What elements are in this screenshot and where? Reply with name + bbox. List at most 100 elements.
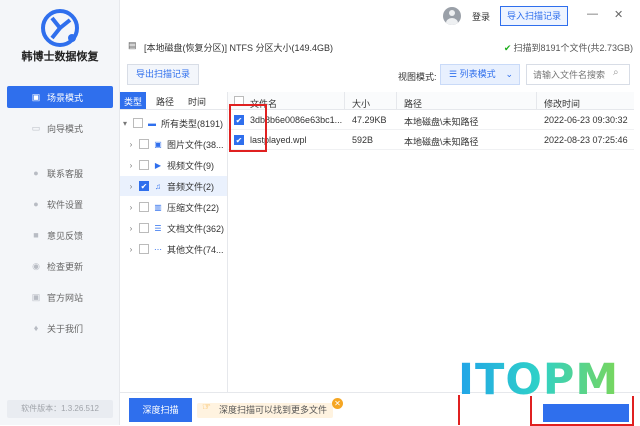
chevron-right-icon[interactable]: › bbox=[126, 182, 136, 191]
checkbox[interactable]: ✔ bbox=[139, 181, 149, 191]
checkbox[interactable] bbox=[139, 244, 149, 254]
view-mode-label: 视图模式: bbox=[398, 72, 437, 82]
scene-icon: ▣ bbox=[31, 91, 41, 102]
chevron-right-icon[interactable]: › bbox=[126, 140, 136, 149]
close-icon[interactable]: ✕ bbox=[614, 8, 623, 21]
chevron-right-icon[interactable]: › bbox=[126, 161, 136, 170]
nav-label: 软件设置 bbox=[47, 199, 84, 210]
expand-icon[interactable]: ▾ bbox=[120, 119, 130, 128]
nav-wizard-mode[interactable]: ▭ 向导模式 bbox=[7, 117, 113, 139]
checkbox[interactable] bbox=[139, 223, 149, 233]
file-path: 本地磁盘\未知路径 bbox=[404, 137, 479, 147]
settings-icon: ● bbox=[33, 199, 39, 209]
image-icon: ▣ bbox=[154, 139, 162, 149]
column-size[interactable]: 大小 bbox=[352, 97, 370, 110]
app-name: 韩博士数据恢复 bbox=[21, 51, 99, 63]
chevron-down-icon: ⌄ bbox=[505, 69, 513, 79]
disk-info: [本地磁盘(恢复分区)] NTFS 分区大小(149.4GB) bbox=[144, 43, 334, 53]
nav-label: 检查更新 bbox=[47, 261, 84, 272]
tree-node-label: 图片文件(38... bbox=[167, 139, 224, 150]
tab-path[interactable]: 路径 bbox=[152, 92, 178, 109]
nav-label: 意见反馈 bbox=[47, 230, 84, 241]
tree-node-images[interactable]: › ▣ 图片文件(38... bbox=[120, 134, 227, 154]
tree-node-label: 所有类型(8191) bbox=[161, 118, 224, 129]
import-record-button[interactable]: 导入扫描记录 bbox=[500, 6, 568, 26]
column-divider[interactable] bbox=[536, 92, 537, 110]
archive-icon: ▥ bbox=[154, 202, 162, 212]
chevron-right-icon[interactable]: › bbox=[126, 245, 136, 254]
scan-result-text: 扫描到8191个文件(共2.73GB) bbox=[513, 43, 633, 53]
checkbox[interactable] bbox=[139, 160, 149, 170]
export-record-button[interactable]: 导出扫描记录 bbox=[127, 64, 199, 85]
disk-icon: ▤ bbox=[128, 40, 137, 50]
hand-pointer-icon: ☞ bbox=[202, 402, 211, 413]
service-icon: ● bbox=[33, 168, 39, 178]
checkbox[interactable] bbox=[139, 139, 149, 149]
tree-node-label: 视频文件(9) bbox=[167, 160, 214, 171]
nav-settings[interactable]: ● 软件设置 bbox=[7, 193, 113, 215]
tree-node-label: 其他文件(74... bbox=[167, 244, 224, 255]
tree-node-all[interactable]: ▾ ▬ 所有类型(8191) bbox=[120, 113, 227, 133]
view-mode-select[interactable]: ☰ 列表模式 ⌄ bbox=[440, 64, 520, 85]
tree-node-audio[interactable]: › ✔ ♫ 音频文件(2) bbox=[120, 176, 227, 196]
nav-label: 联系客服 bbox=[47, 168, 84, 179]
checkbox[interactable] bbox=[133, 118, 143, 128]
list-icon: ☰ bbox=[449, 69, 460, 79]
nav-contact-service[interactable]: ● 联系客服 bbox=[7, 162, 113, 184]
column-divider[interactable] bbox=[344, 92, 345, 110]
scan-result: ✔ 扫描到8191个文件(共2.73GB) bbox=[504, 41, 633, 54]
check-circle-icon: ✔ bbox=[503, 43, 512, 53]
file-modified: 2022-06-23 09:30:32 bbox=[544, 115, 628, 125]
version-label: 软件版本：1.3.26.512 bbox=[7, 400, 113, 418]
tree-node-videos[interactable]: › ▶ 视频文件(9) bbox=[120, 155, 227, 175]
chevron-right-icon[interactable]: › bbox=[126, 224, 136, 233]
chevron-right-icon[interactable]: › bbox=[126, 203, 136, 212]
tree-node-others[interactable]: › ⋯ 其他文件(74... bbox=[120, 239, 227, 259]
tree-node-archives[interactable]: › ▥ 压缩文件(22) bbox=[120, 197, 227, 217]
nav-feedback[interactable]: ■ 意见反馈 bbox=[7, 224, 113, 246]
website-icon: ▣ bbox=[31, 291, 41, 302]
highlight-line bbox=[458, 395, 461, 425]
close-tip-icon[interactable]: ✕ bbox=[332, 398, 343, 409]
nav-about[interactable]: ♦ 关于我们 bbox=[7, 317, 113, 339]
table-row[interactable]: ✔ 3db8b6e0086e63bc1... 47.29KB 本地磁盘\未知路径… bbox=[228, 110, 634, 130]
update-icon: ◉ bbox=[32, 260, 40, 271]
nav-scene-mode[interactable]: ▣ 场景模式 bbox=[7, 86, 113, 108]
deep-scan-button[interactable]: 深度扫描 bbox=[129, 398, 192, 422]
tab-type[interactable]: 类型 bbox=[120, 92, 147, 109]
login-link[interactable]: 登录 bbox=[472, 10, 490, 23]
video-icon: ▶ bbox=[154, 160, 162, 170]
feedback-icon: ■ bbox=[33, 230, 39, 240]
column-divider[interactable] bbox=[396, 92, 397, 110]
file-path: 本地磁盘\未知路径 bbox=[404, 117, 479, 127]
tab-time[interactable]: 时间 bbox=[184, 92, 210, 109]
about-icon: ♦ bbox=[33, 323, 39, 333]
deep-scan-tip: 深度扫描可以找到更多文件 bbox=[197, 403, 334, 418]
column-modified[interactable]: 修改时间 bbox=[544, 97, 580, 110]
tree-node-label: 文档文件(362) bbox=[167, 223, 225, 234]
document-icon: ☰ bbox=[154, 223, 162, 233]
file-size: 592B bbox=[352, 135, 374, 145]
audio-icon: ♫ bbox=[155, 181, 161, 191]
file-table: 文件名 大小 路径 修改时间 ✔ 3db8b6e0086e63bc1... 47… bbox=[228, 92, 634, 150]
nav-label: 官方网站 bbox=[47, 292, 84, 303]
folder-icon: ▬ bbox=[148, 118, 156, 128]
table-row[interactable]: ✔ lastplayed.wpl 592B 本地磁盘\未知路径 2022-08-… bbox=[228, 130, 634, 150]
nav-label: 向导模式 bbox=[47, 123, 84, 134]
nav-website[interactable]: ▣ 官方网站 bbox=[7, 286, 113, 308]
tree-node-label: 音频文件(2) bbox=[167, 181, 214, 192]
minimize-icon[interactable]: — bbox=[587, 8, 598, 20]
file-size: 47.29KB bbox=[352, 115, 387, 125]
search-icon[interactable]: ⌕ bbox=[613, 67, 619, 78]
app-logo bbox=[41, 9, 79, 47]
avatar[interactable] bbox=[443, 7, 461, 25]
tree-node-documents[interactable]: › ☰ 文档文件(362) bbox=[120, 218, 227, 238]
nav-check-update[interactable]: ◉ 检查更新 bbox=[7, 255, 113, 277]
highlight-box bbox=[530, 396, 634, 426]
sidebar: 韩博士数据恢复 ▣ 场景模式 ▭ 向导模式 ● 联系客服 ● 软件设置 ■ 意见反馈 ◉ 检… bbox=[0, 0, 120, 425]
wizard-icon: ▭ bbox=[31, 122, 41, 133]
other-icon: ⋯ bbox=[154, 244, 162, 254]
checkbox[interactable] bbox=[139, 202, 149, 212]
column-path[interactable]: 路径 bbox=[404, 97, 422, 110]
nav-label: 场景模式 bbox=[47, 92, 84, 103]
